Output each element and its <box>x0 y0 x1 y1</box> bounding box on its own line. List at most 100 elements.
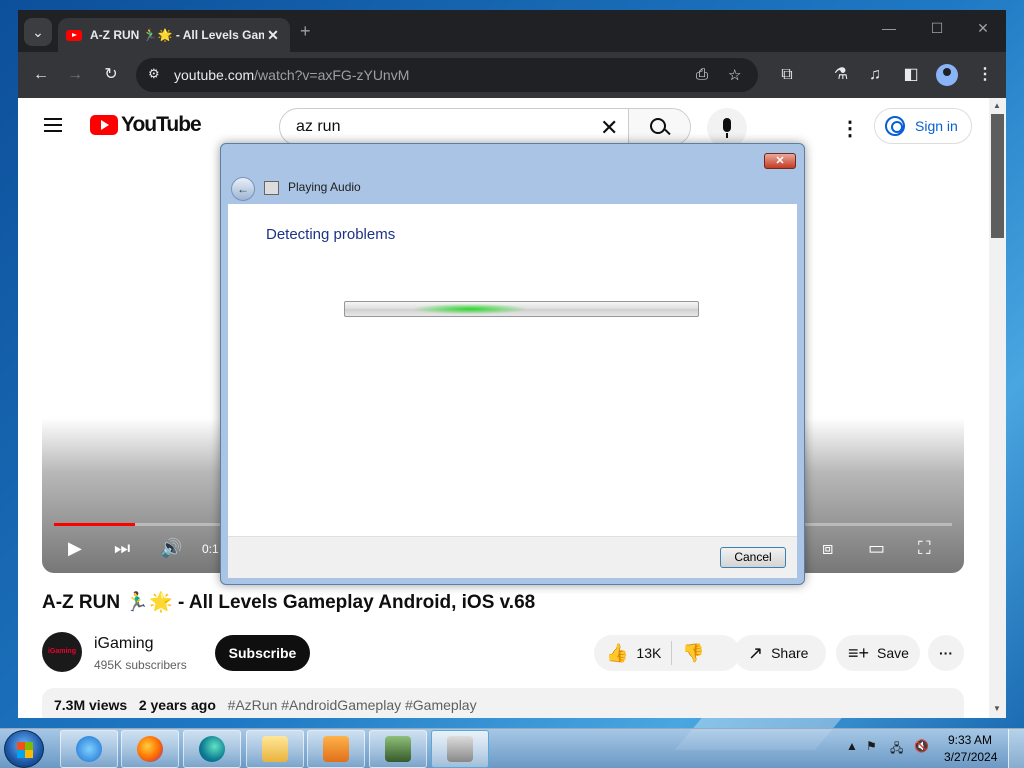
ie-glyph <box>76 736 102 762</box>
theater-mode-icon[interactable]: ▭ <box>868 538 885 559</box>
description-box[interactable]: 7.3M views 2 years ago #AzRun #AndroidGa… <box>42 688 964 718</box>
windows-logo-lower-icon <box>17 750 33 758</box>
next-video-icon[interactable]: ⏭ <box>114 538 130 559</box>
page-scrollbar[interactable]: ▲ ▼ <box>989 98 1006 718</box>
search-input[interactable]: az run <box>296 118 340 136</box>
youtube-wordmark: YouTube <box>121 113 202 136</box>
scroll-up-icon[interactable]: ▲ <box>993 101 1001 110</box>
dislike-icon[interactable]: 👎 <box>682 643 704 664</box>
video-progress-fill <box>54 523 135 526</box>
cancel-button[interactable]: Cancel <box>720 547 786 568</box>
view-count: 7.3M views <box>54 697 128 713</box>
forward-icon[interactable]: → <box>64 64 86 86</box>
network-icon[interactable]: 🖧 <box>890 739 903 760</box>
extensions-icon[interactable]: ⧉ <box>776 64 798 86</box>
task-manager-icon[interactable] <box>369 730 427 768</box>
channel-name[interactable]: iGaming <box>94 635 154 653</box>
dialog-title: Playing Audio <box>288 180 361 194</box>
account-circle-icon <box>885 116 905 136</box>
tab-title: A-Z RUN 🏃‍♂️🌟 - All Levels Gameplay Andr… <box>90 28 264 42</box>
subscribe-button[interactable]: Subscribe <box>215 635 310 671</box>
taskbar: ▲ ⚑ 🖧 🔇 9:33 AM 3/27/2024 <box>0 728 1024 768</box>
like-icon[interactable]: 👍 <box>606 643 628 664</box>
reload-icon[interactable]: ↻ <box>100 64 122 86</box>
subscriber-count: 495K subscribers <box>94 658 187 672</box>
dialog-heading: Detecting problems <box>266 226 396 243</box>
tab-close-icon[interactable]: ✕ <box>264 27 282 44</box>
close-window-button[interactable]: ✕ <box>968 20 998 37</box>
settings-more-icon[interactable]: ⋮ <box>840 116 860 141</box>
chevron-down-icon: ⌄ <box>32 23 44 40</box>
fullscreen-icon[interactable]: ⛶ <box>918 538 931 559</box>
volume-muted-icon[interactable]: 🔇 <box>914 739 929 753</box>
clear-search-icon[interactable]: ✕ <box>600 115 618 141</box>
edge-glyph <box>199 736 225 762</box>
youtube-play-icon <box>90 115 118 135</box>
search-button[interactable] <box>628 109 690 145</box>
media-player-icon[interactable] <box>307 730 365 768</box>
dialog-close-button[interactable]: ✕ <box>764 153 796 169</box>
profile-avatar-icon[interactable] <box>936 64 958 86</box>
save-label: Save <box>877 645 909 661</box>
bookmark-star-icon[interactable]: ☆ <box>728 66 741 84</box>
like-divider <box>671 641 673 665</box>
hashtags[interactable]: #AzRun #AndroidGameplay #Gameplay <box>228 697 477 713</box>
folder-glyph <box>262 736 288 762</box>
scroll-down-icon[interactable]: ▼ <box>993 704 1001 713</box>
maximize-button[interactable]: ☐ <box>922 20 952 37</box>
address-bar[interactable]: ⚙ youtube.com/watch?v=axFG-zYUnvM ⎙ ☆ <box>136 58 758 92</box>
share-label: Share <box>771 645 809 661</box>
marquee-progress-bar <box>344 301 699 317</box>
tab-youtube[interactable]: A-Z RUN 🏃‍♂️🌟 - All Levels Gameplay Andr… <box>58 18 290 52</box>
save-button[interactable]: ≡+ Save <box>836 635 920 671</box>
new-tab-button[interactable]: + <box>300 21 311 42</box>
action-center-flag-icon[interactable]: ⚑ <box>866 739 877 753</box>
search-box[interactable]: az run ✕ <box>279 108 691 146</box>
more-actions-button[interactable]: ··· <box>928 635 964 671</box>
sign-in-label: Sign in <box>915 118 958 134</box>
tab-search-button[interactable]: ⌄ <box>24 18 52 46</box>
clock-date[interactable]: 3/27/2024 <box>944 750 997 764</box>
browser-menu-icon[interactable]: ⋮ <box>974 64 996 86</box>
minimize-button[interactable]: — <box>874 20 904 36</box>
sign-in-button[interactable]: Sign in <box>874 108 972 144</box>
share-icon: ↗ <box>748 642 764 663</box>
playlist-add-icon: ≡+ <box>848 642 870 663</box>
dialog-footer: Cancel <box>228 536 797 578</box>
play-icon[interactable]: ▶ <box>68 538 82 559</box>
install-app-icon[interactable]: ⎙ <box>696 66 708 83</box>
show-desktop-button[interactable] <box>1008 729 1024 768</box>
internet-explorer-icon[interactable] <box>60 730 118 768</box>
progress-glow <box>415 304 525 314</box>
edge-icon[interactable] <box>183 730 241 768</box>
media-control-icon[interactable]: ♫ <box>864 64 886 86</box>
volume-icon[interactable]: 🔊 <box>160 538 182 559</box>
like-dislike-group: 👍 13K 👎 <box>594 635 740 671</box>
labs-flask-icon[interactable]: ⚗ <box>830 64 852 86</box>
url-path: /watch?v=axFG-zYUnvM <box>254 67 410 83</box>
troubleshooter-icon[interactable] <box>431 730 489 768</box>
clock-time[interactable]: 9:33 AM <box>948 733 992 747</box>
monitor-glyph <box>385 736 411 762</box>
hamburger-menu-icon[interactable] <box>44 118 62 132</box>
side-panel-icon[interactable]: ◧ <box>900 64 922 86</box>
firefox-icon[interactable] <box>121 730 179 768</box>
start-button[interactable] <box>4 730 44 768</box>
video-time: 0:1 <box>202 542 219 556</box>
miniplayer-icon[interactable]: ⧈ <box>822 538 833 559</box>
voice-search-mic-icon[interactable] <box>707 108 747 148</box>
show-hidden-icons-icon[interactable]: ▲ <box>846 739 858 753</box>
firefox-glyph <box>137 736 163 762</box>
tab-strip: ⌄ A-Z RUN 🏃‍♂️🌟 - All Levels Gameplay An… <box>18 10 1006 52</box>
troubleshooter-glyph <box>447 736 473 762</box>
share-button[interactable]: ↗ Share <box>734 635 826 671</box>
dialog-back-icon[interactable]: ← <box>231 177 255 201</box>
youtube-logo[interactable]: YouTube <box>90 113 202 137</box>
file-explorer-icon[interactable] <box>246 730 304 768</box>
channel-avatar[interactable]: iGaming <box>42 632 82 672</box>
upload-age: 2 years ago <box>138 697 216 713</box>
scroll-thumb[interactable] <box>991 114 1004 238</box>
back-icon[interactable]: ← <box>30 64 52 86</box>
like-count[interactable]: 13K <box>636 645 661 661</box>
site-info-icon[interactable]: ⚙ <box>148 66 160 82</box>
